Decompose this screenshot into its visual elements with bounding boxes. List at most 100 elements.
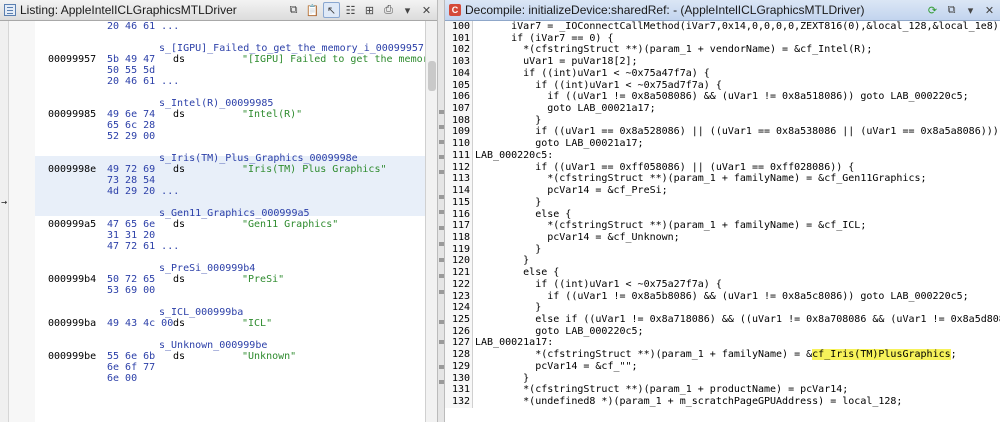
code-line[interactable]: 118 pcVar14 = &cf_Unknown;: [445, 231, 1000, 244]
code-line[interactable]: 103 uVar1 = puVar18[2];: [445, 56, 1000, 68]
code-line[interactable]: 126 goto LAB_000220c5;: [445, 325, 1000, 338]
listing-row[interactable]: 000999b4 50 72 65 ds "PreSi": [35, 274, 425, 285]
byte-values: 5b 49 47: [107, 54, 156, 65]
code-segment: else {: [475, 267, 560, 279]
code-line[interactable]: 100 iVar7 = _IOConnectCallMethod(iVar7,0…: [445, 21, 1000, 33]
listing-label-row[interactable]: s_Intel(R)_00099985: [35, 98, 425, 109]
code-line[interactable]: 102 *(cfstringStruct **)(param_1 + vendo…: [445, 44, 1000, 57]
code-text: pcVar14 = &cf_PreSi;: [475, 185, 667, 197]
listing-row[interactable]: [35, 296, 425, 307]
code-text: }: [475, 302, 541, 314]
code-segment: goto LAB_00021a17;: [475, 103, 656, 115]
code-line[interactable]: 109 if ((uVar1 == 0x8a528086) || ((uVar1…: [445, 126, 1000, 139]
listing-row[interactable]: 50 55 5d: [35, 65, 425, 76]
listing-row[interactable]: [35, 32, 425, 43]
code-line[interactable]: 122 if ((int)uVar1 < ~0x75a27f7a) {: [445, 278, 1000, 291]
code-line[interactable]: 131 *(cfstringStruct **)(param_1 + produ…: [445, 384, 1000, 396]
listing-row[interactable]: 73 28 54: [35, 175, 425, 186]
listing-label-row[interactable]: s_Iris(TM)_Plus_Graphics_0009998e: [35, 153, 425, 164]
listing-label-row[interactable]: s_ICL_000999ba: [35, 307, 425, 318]
cursor-icon[interactable]: ↖: [323, 2, 340, 18]
listing-row[interactable]: 00099985 49 6e 74 ds "Intel(R)": [35, 109, 425, 120]
code-line[interactable]: 120 }: [445, 255, 1000, 268]
code-line[interactable]: 113 *(cfstringStruct **)(param_1 + famil…: [445, 173, 1000, 186]
code-line[interactable]: 101 if (iVar7 == 0) {: [445, 32, 1000, 45]
listing-row[interactable]: 65 6c 28: [35, 120, 425, 131]
layout-icon[interactable]: ⊞: [361, 2, 378, 18]
listing-row[interactable]: [35, 417, 425, 422]
listing-row[interactable]: [35, 197, 425, 208]
listing-row[interactable]: 47 72 61 ...: [35, 241, 425, 252]
listing-label-row[interactable]: s_[IGPU]_Failed_to_get_the_memory_i_0009…: [35, 43, 425, 54]
close-icon[interactable]: ✕: [981, 2, 998, 18]
code-line[interactable]: 107 goto LAB_00021a17;: [445, 103, 1000, 115]
decompiled-code[interactable]: 100 iVar7 = _IOConnectCallMethod(iVar7,0…: [445, 21, 1000, 422]
code-segment: }: [475, 243, 542, 255]
code-line[interactable]: 112 if ((uVar1 == 0xff058086) || (uVar1 …: [445, 161, 1000, 174]
listing-row[interactable]: 53 69 00: [35, 285, 425, 296]
listing-row[interactable]: 000999be 55 6e 6b ds "Unknown": [35, 351, 425, 362]
code-line[interactable]: 119 }: [445, 243, 1000, 256]
code-line[interactable]: 117 *(cfstringStruct **)(param_1 + famil…: [445, 220, 1000, 232]
code-segment: }: [475, 372, 530, 384]
listing-row[interactable]: [35, 395, 425, 406]
code-line[interactable]: 114 pcVar14 = &cf_PreSi;: [445, 185, 1000, 197]
listing-row[interactable]: 000999ba 49 43 4c 00 ds "ICL": [35, 318, 425, 329]
listing-label-row[interactable]: s_Unknown_000999be: [35, 340, 425, 351]
paste-icon[interactable]: 📋: [304, 2, 321, 18]
listing-row[interactable]: [35, 142, 425, 153]
print-icon[interactable]: ⎙: [380, 2, 397, 18]
code-line[interactable]: 105 if ((int)uVar1 < ~0x75ad7f7a) {: [445, 79, 1000, 92]
listing-row[interactable]: [35, 87, 425, 98]
listing-scrollbar-thumb[interactable]: [428, 61, 436, 91]
code-line[interactable]: 132 *(undefined8 *)(param_1 + m_scratchP…: [445, 396, 1000, 408]
listing-label-row[interactable]: s_Gen11_Graphics_000999a5: [35, 208, 425, 219]
close-icon[interactable]: ✕: [418, 2, 435, 18]
code-line[interactable]: 115 }: [445, 196, 1000, 209]
listing-row[interactable]: 000999a5 47 65 6e ds "Gen11 Graphics": [35, 219, 425, 230]
code-line[interactable]: 130 }: [445, 372, 1000, 385]
code-line[interactable]: 127 LAB_00021a17:: [445, 337, 1000, 350]
copy-icon[interactable]: ⧉: [943, 2, 960, 18]
view-icon[interactable]: ☷: [342, 2, 359, 18]
code-line[interactable]: 116 else {: [445, 208, 1000, 221]
listing-row[interactable]: 52 29 00: [35, 131, 425, 142]
code-line[interactable]: 108 }: [445, 114, 1000, 127]
code-line[interactable]: 104 if ((int)uVar1 < ~0x75a47f7a) {: [445, 67, 1000, 80]
listing-row[interactable]: 6e 6f 77: [35, 362, 425, 373]
listing-row[interactable]: [35, 384, 425, 395]
code-line[interactable]: 106 if ((uVar1 != 0x8a508086) && (uVar1 …: [445, 91, 1000, 104]
menu-icon[interactable]: ▾: [962, 2, 979, 18]
listing-row[interactable]: [35, 406, 425, 417]
listing-body[interactable]: 20 46 61 ... s_[IGPU]_Failed_to_get_the_m…: [35, 21, 435, 422]
listing-row[interactable]: 20 46 61 ...: [35, 21, 425, 32]
line-number: 120: [445, 255, 473, 268]
listing-label-row[interactable]: s_PreSi_000999b4: [35, 263, 425, 274]
refresh-icon[interactable]: ⟳: [924, 2, 941, 18]
code-line[interactable]: 123 if ((uVar1 != 0x8a5b8086) && (uVar1 …: [445, 290, 1000, 303]
listing-row[interactable]: [35, 252, 425, 263]
code-line[interactable]: 111 LAB_000220c5:: [445, 149, 1000, 162]
listing-row[interactable]: [35, 329, 425, 340]
menu-icon[interactable]: ▾: [399, 2, 416, 18]
listing-row[interactable]: 4d 29 20 ...: [35, 186, 425, 197]
code-line[interactable]: 121 else {: [445, 267, 1000, 279]
listing-vertical-scrollbar[interactable]: [425, 21, 437, 422]
code-line[interactable]: 110 goto LAB_00021a17;: [445, 138, 1000, 150]
highlighted-symbol[interactable]: cf_Iris(TM)PlusGraphics: [812, 349, 951, 361]
code-line[interactable]: 128 *(cfstringStruct **)(param_1 + famil…: [445, 349, 1000, 361]
listing-row[interactable]: 20 46 61 ...: [35, 76, 425, 87]
listing-row[interactable]: 31 31 20: [35, 230, 425, 241]
code-line[interactable]: 129 pcVar14 = &cf_"";: [445, 360, 1000, 373]
line-number: 113: [445, 173, 473, 186]
listing-row[interactable]: 0009998e 49 72 69 ds "Iris(TM) Plus Graphic…: [35, 164, 425, 175]
mnemonic: ds: [173, 164, 186, 175]
overview-marker: [439, 274, 444, 278]
listing-row[interactable]: 00099957 5b 49 47 ds "[IGPU] Failed to get …: [35, 54, 435, 65]
listing-row[interactable]: 6e 00: [35, 373, 425, 384]
code-segment: if ((uVar1 == 0x8a528086) || ((uVar1 == …: [475, 126, 1000, 138]
code-line[interactable]: 124 }: [445, 302, 1000, 314]
code-line[interactable]: 125 else if ((uVar1 != 0x8a718086) && ((…: [445, 313, 1000, 326]
pane-splitter[interactable]: [437, 0, 445, 422]
copy-icon[interactable]: ⧉: [285, 2, 302, 18]
